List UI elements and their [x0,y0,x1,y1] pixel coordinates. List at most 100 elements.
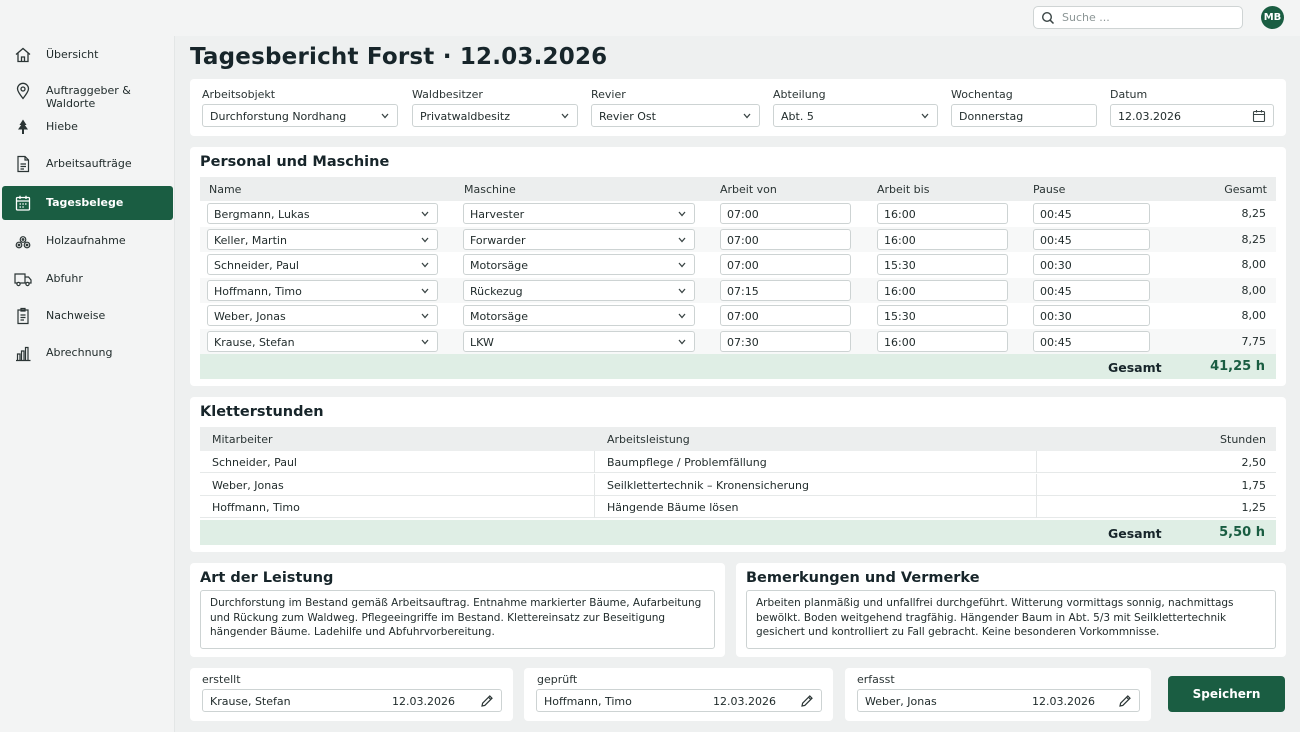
maschine-select[interactable]: Motorsäge [463,254,695,275]
name-select[interactable]: Bergmann, Lukas [207,203,438,224]
calendar-icon[interactable] [1252,109,1266,123]
arbeit-von-value: 07:00 [727,208,759,221]
arbeit-bis-input[interactable]: 15:30 [877,254,1008,275]
name-select[interactable]: Keller, Martin [207,228,438,250]
sidebar-item-auftraggeber[interactable]: Auftraggeber & Waldorte [2,74,173,110]
personal-table-header: Name Maschine Arbeit von Arbeit bis Paus… [200,177,1276,201]
bemerkungen-textarea[interactable]: Arbeiten planmäßig und unfallfrei durchg… [746,590,1276,649]
arbeit-bis-input[interactable]: 16:00 [877,279,1008,301]
arbeit-bis-input[interactable]: 16:00 [877,330,1008,352]
chevron-down-icon [678,262,686,268]
abteilung-select[interactable]: Abt. 5 [773,104,938,127]
maschine-select[interactable]: LKW [463,330,695,352]
leistung-card: Art der Leistung Durchforstung im Bestan… [190,563,725,657]
top-bar: Suche ... MB [0,0,1300,36]
pause-value: 00:45 [1040,233,1072,247]
arbeit-von-input[interactable]: 07:15 [720,279,851,301]
erfasst-name: Weber, Jonas [865,695,937,708]
sidebar-item-hiebe[interactable]: Hiebe [2,110,173,144]
name-select[interactable]: Krause, Stefan [207,330,438,352]
arbeit-von-value: 07:00 [727,310,759,323]
leistung-textarea[interactable]: Durchforstung im Bestand gemäß Arbeitsau… [200,590,715,649]
pause-input[interactable]: 00:45 [1033,330,1150,352]
pause-input[interactable]: 00:30 [1033,305,1150,326]
table-row[interactable]: Hoffmann, Timo Hängende Bäume lösen 1,25 [200,496,1276,518]
arbeit-bis-value: 16:00 [884,208,916,221]
arbeit-von-value: 07:00 [727,259,759,272]
pause-value: 00:30 [1040,310,1072,323]
maschine-select[interactable]: Harvester [463,203,695,224]
pause-input[interactable]: 00:30 [1033,254,1150,275]
chevron-down-icon [921,113,929,119]
erfasst-field[interactable]: Weber, Jonas 12.03.2026 [857,689,1140,712]
sidebar-item-tagesbelege[interactable]: Tagesbelege [2,186,173,220]
sidebar-item-label: Hiebe [46,120,78,133]
sidebar-item-label: Übersicht [46,48,99,61]
wochentag-value: Donnerstag [959,110,1024,123]
arbeit-bis-input[interactable]: 15:30 [877,305,1008,326]
maschine-select[interactable]: Motorsäge [463,305,695,326]
geprueft-field[interactable]: Hoffmann, Timo 12.03.2026 [536,689,822,712]
search-box[interactable]: Suche ... [1033,6,1243,29]
col-mitarbeiter: Mitarbeiter [212,433,273,446]
sidebar-item-holzaufnahme[interactable]: Holzaufnahme [2,224,173,258]
avatar[interactable]: MB [1261,6,1284,29]
arbeit-von-input[interactable]: 07:00 [720,254,851,275]
name-select[interactable]: Weber, Jonas [207,305,438,326]
arbeit-bis-value: 16:00 [884,335,916,349]
personal-section-title: Personal und Maschine [200,154,390,170]
gesamt-value: 7,75 [1241,334,1267,348]
revier-select[interactable]: Revier Ost [591,104,760,127]
arbeit-von-input[interactable]: 07:00 [720,228,851,250]
maschine-select[interactable]: Forwarder [463,228,695,250]
edit-pencil-icon[interactable] [800,694,814,708]
edit-pencil-icon[interactable] [1118,694,1132,708]
wochentag-field[interactable]: Donnerstag [951,104,1097,127]
column-divider [594,451,595,473]
kletter-total-value: 5,50 h [1219,525,1265,540]
sidebar-item-uebersicht[interactable]: Übersicht [2,38,173,72]
header-fields-card: Arbeitsobjekt Durchforstung Nordhang Wal… [190,79,1286,136]
maschine-value: Motorsäge [470,259,529,272]
sidebar-item-nachweise[interactable]: Nachweise [2,299,173,333]
save-button[interactable]: Speichern [1168,676,1285,712]
arbeitsleistung-value: Baumpflege / Problemfällung [607,456,767,469]
mitarbeiter-value: Hoffmann, Timo [212,501,300,514]
home-icon [15,47,31,63]
table-row: Keller, Martin Forwarder 07:00 16:00 00:45 8,… [200,226,1276,252]
arbeit-von-input[interactable]: 07:00 [720,305,851,326]
gesamt-value: 8,25 [1241,207,1267,220]
arbeit-von-value: 07:15 [727,284,759,298]
sidebar-item-abfuhr[interactable]: Abfuhr [2,262,173,296]
kletter-section-title: Kletterstunden [200,404,324,420]
datum-field[interactable]: 12.03.2026 [1110,104,1274,127]
geprueft-label: geprüft [537,673,578,686]
erstellt-field[interactable]: Krause, Stefan 12.03.2026 [202,689,502,712]
chevron-down-icon [678,313,686,319]
arbeit-von-input[interactable]: 07:30 [720,330,851,352]
edit-pencil-icon[interactable] [480,694,494,708]
arbeit-von-value: 07:00 [727,233,759,247]
sidebar-item-arbeitsauftraege[interactable]: Arbeitsaufträge [2,147,173,181]
chevron-down-icon [678,288,686,293]
mitarbeiter-value: Weber, Jonas [212,478,284,492]
table-row: Bergmann, Lukas Harvester 07:00 16:00 00:45 8… [200,201,1276,226]
arbeit-bis-value: 15:30 [884,259,916,272]
name-value: Krause, Stefan [214,335,295,349]
arbeit-bis-input[interactable]: 16:00 [877,203,1008,224]
maschine-select[interactable]: Rückezug [463,279,695,301]
sidebar-item-abrechnung[interactable]: Abrechnung [2,336,173,370]
waldbesitzer-select[interactable]: Privatwaldbesitz [412,104,578,127]
arbeitsobjekt-select[interactable]: Durchforstung Nordhang [202,104,398,127]
table-row[interactable]: Weber, Jonas Seilklettertechnik – Kronens… [200,473,1276,496]
pause-input[interactable]: 00:45 [1033,203,1150,224]
pause-input[interactable]: 00:45 [1033,279,1150,301]
pause-value: 00:45 [1040,284,1072,298]
arbeit-von-input[interactable]: 07:00 [720,203,851,224]
kletter-total-label: Gesamt [1108,526,1162,541]
arbeit-bis-input[interactable]: 16:00 [877,228,1008,250]
name-select[interactable]: Schneider, Paul [207,254,438,275]
table-row[interactable]: Schneider, Paul Baumpflege / Problemfällu… [200,451,1276,473]
name-select[interactable]: Hoffmann, Timo [207,279,438,301]
pause-input[interactable]: 00:45 [1033,228,1150,250]
